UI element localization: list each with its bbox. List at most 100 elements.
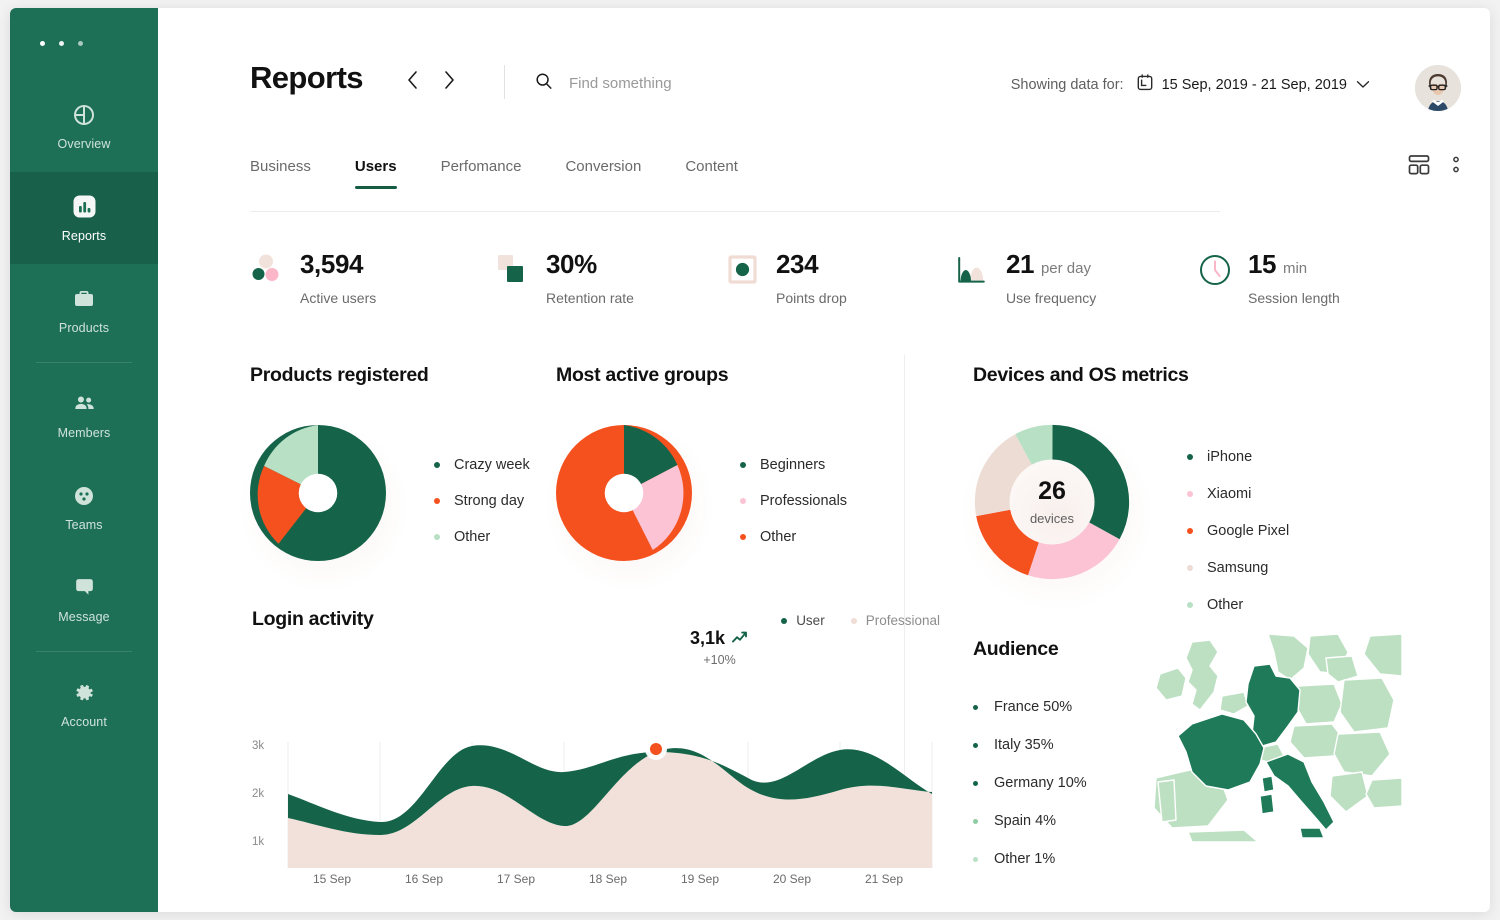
sidebar-item-overview[interactable]: Overview xyxy=(10,80,158,172)
devices-center-label: devices xyxy=(1030,511,1074,526)
bar-chart-icon xyxy=(71,194,97,220)
kpi-session-length: 15 min Session length xyxy=(1198,251,1340,306)
kpi-value: 234 xyxy=(776,249,818,279)
sidebar-item-label: Account xyxy=(61,715,107,729)
x-axis-tick: 21 Sep xyxy=(865,872,903,886)
list-item: Spain 4% xyxy=(973,813,1087,829)
kpi-points-drop: 234 Points drop xyxy=(726,251,956,306)
tab-content[interactable]: Content xyxy=(685,158,738,189)
gear-icon xyxy=(71,680,97,706)
legend-label: Other xyxy=(454,529,490,545)
sidebar-item-message[interactable]: Message xyxy=(10,553,158,645)
avatar[interactable] xyxy=(1415,65,1461,111)
kpi-value: 3,594 xyxy=(300,249,363,279)
kpi-use-frequency: 21 per day Use frequency xyxy=(956,251,1198,306)
legend-item: User xyxy=(781,613,825,628)
most-active-groups-panel: Most active groups Beginners Professiona… xyxy=(556,364,847,561)
two-squares-icon xyxy=(496,253,530,287)
products-registered-title: Products registered xyxy=(250,364,530,387)
chat-icon xyxy=(71,575,97,601)
page-title: Reports xyxy=(250,60,363,96)
legend-item: Beginners xyxy=(740,457,847,473)
y-axis-tick: 2k xyxy=(252,788,264,800)
sidebar-item-label: Reports xyxy=(62,229,106,243)
search-input[interactable]: Find something xyxy=(535,72,672,95)
list-item: France 50% xyxy=(973,699,1087,715)
tab-conversion[interactable]: Conversion xyxy=(565,158,641,189)
legend-label: Other xyxy=(760,529,796,545)
legend-item: Strong day xyxy=(434,493,530,509)
devices-title: Devices and OS metrics xyxy=(973,364,1289,387)
audience-label: Italy 35% xyxy=(994,737,1054,753)
legend-item: Professional xyxy=(851,613,940,628)
kpi-value: 15 xyxy=(1248,249,1276,279)
kpi-unit: per day xyxy=(1041,260,1091,277)
sidebar-item-reports[interactable]: Reports xyxy=(10,172,158,264)
sidebar-item-products[interactable]: Products xyxy=(10,264,158,356)
audience-label: France 50% xyxy=(994,699,1072,715)
window-dots xyxy=(40,41,83,46)
tab-users[interactable]: Users xyxy=(355,158,397,189)
area-chart-svg xyxy=(286,678,936,888)
callout-value: 3,1k xyxy=(690,628,725,649)
audience-label: Spain 4% xyxy=(994,813,1056,829)
kpi-label: Active users xyxy=(300,290,376,306)
products-registered-pie xyxy=(250,425,386,561)
app-window: Overview Reports Products xyxy=(10,8,1490,912)
tab-perfomance[interactable]: Perfomance xyxy=(441,158,522,189)
kpi-value: 21 xyxy=(1006,249,1034,279)
sidebar-item-teams[interactable]: Teams xyxy=(10,461,158,553)
sidebar-divider xyxy=(36,362,132,363)
legend-item: Other xyxy=(1187,597,1289,613)
audience-label: Germany 10% xyxy=(994,775,1087,791)
grid-layout-icon[interactable] xyxy=(1408,154,1430,181)
toolbar-divider xyxy=(504,65,505,99)
legend-label: Other xyxy=(1207,597,1243,613)
legend-label: Professional xyxy=(866,613,940,628)
pie-chart-icon xyxy=(71,102,97,128)
legend-label: Samsung xyxy=(1207,560,1268,576)
x-axis-tick: 15 Sep xyxy=(313,872,351,886)
circle-in-square-icon xyxy=(726,253,760,287)
legend-item: Professionals xyxy=(740,493,847,509)
audience-list: France 50% Italy 35% Germany 10% Spain 4… xyxy=(973,699,1087,867)
mountains-chart-icon xyxy=(956,253,990,287)
y-axis-tick: 1k xyxy=(252,836,264,848)
more-options-icon[interactable] xyxy=(1452,154,1460,181)
sidebar-item-label: Message xyxy=(58,610,109,624)
login-activity-callout: 3,1k +10% xyxy=(690,628,749,667)
legend-label: Google Pixel xyxy=(1207,523,1289,539)
kpi-row: 3,594 Active users 30% Retention rate xyxy=(250,251,1430,306)
list-item: Germany 10% xyxy=(973,775,1087,791)
sidebar-item-members[interactable]: Members xyxy=(10,369,158,461)
kpi-value: 30% xyxy=(546,249,597,279)
list-item: Italy 35% xyxy=(973,737,1087,753)
tab-business[interactable]: Business xyxy=(250,158,311,189)
date-range-picker[interactable]: Showing data for: 15 Sep, 2019 - 21 Sep,… xyxy=(1011,74,1370,96)
x-axis-tick: 20 Sep xyxy=(773,872,811,886)
most-active-groups-title: Most active groups xyxy=(556,364,847,387)
chart-marker xyxy=(650,743,662,755)
kpi-unit: min xyxy=(1283,260,1307,277)
prev-button[interactable] xyxy=(406,70,419,95)
x-axis-tick: 16 Sep xyxy=(405,872,443,886)
legend-item: Google Pixel xyxy=(1187,523,1289,539)
next-button[interactable] xyxy=(443,70,456,95)
kpi-label: Use frequency xyxy=(1006,290,1096,306)
three-circles-icon xyxy=(250,253,284,287)
legend-item: iPhone xyxy=(1187,449,1289,465)
login-activity-panel: Login activity User Professional 3,1k +1… xyxy=(250,608,940,888)
legend-label: Strong day xyxy=(454,493,524,509)
sidebar-item-account[interactable]: Account xyxy=(10,658,158,750)
sidebar-nav: Overview Reports Products xyxy=(10,80,158,750)
x-axis-tick: 17 Sep xyxy=(497,872,535,886)
y-axis-tick: 3k xyxy=(252,740,264,752)
list-item: Other 1% xyxy=(973,851,1087,867)
audience-label: Other 1% xyxy=(994,851,1055,867)
sidebar-item-label: Teams xyxy=(65,518,102,532)
login-activity-legend: User Professional xyxy=(781,613,940,628)
main-content: Reports Find something Showing data for: xyxy=(158,8,1490,912)
kpi-retention-rate: 30% Retention rate xyxy=(496,251,726,306)
legend-label: iPhone xyxy=(1207,449,1252,465)
teams-icon xyxy=(71,483,97,509)
